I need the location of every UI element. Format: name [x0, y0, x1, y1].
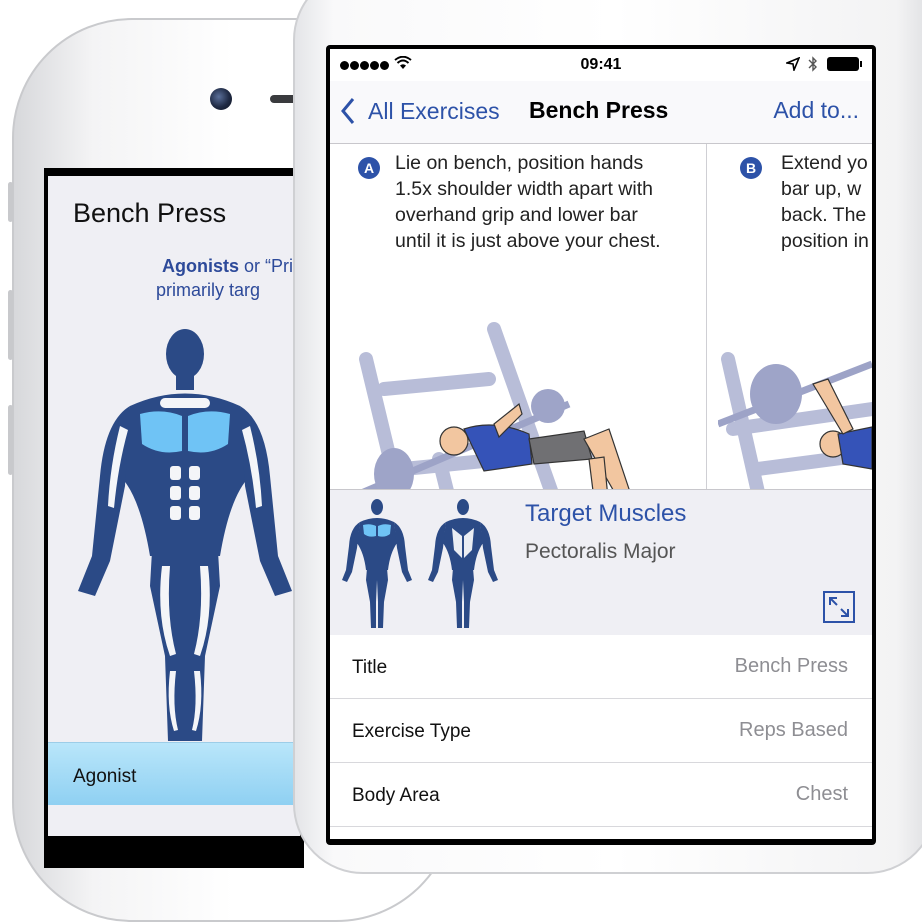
- expand-button[interactable]: [823, 591, 855, 623]
- agonists-label: Agonists: [161, 256, 239, 276]
- location-arrow-icon: [786, 57, 800, 71]
- body-diagram-large: [78, 329, 292, 741]
- row-value: Reps Based: [739, 719, 848, 741]
- back-screen-subtitle: Agonists or “Prime primarily targ: [48, 254, 300, 302]
- nav-title: Bench Press: [529, 97, 669, 123]
- step-a-text: Lie on bench, position hands 1.5x should…: [395, 150, 705, 254]
- agonist-label: Agonist: [73, 766, 137, 787]
- step-b-line: back. The: [781, 204, 867, 226]
- front-camera-icon: [210, 88, 232, 110]
- add-to-button[interactable]: Add to...: [773, 97, 859, 124]
- back-button-label: All Exercises: [368, 97, 500, 124]
- row-label: Body Area: [352, 785, 440, 806]
- step-b-badge: B: [740, 157, 762, 179]
- step-a-line: until it is just above your chest.: [395, 230, 661, 252]
- step-divider: [706, 144, 707, 489]
- head: [166, 329, 204, 379]
- detail-row-exercise-type[interactable]: Exercise Type Reps Based: [330, 699, 872, 763]
- detail-row-body-area[interactable]: Body Area Chest: [330, 763, 872, 827]
- detail-row-title[interactable]: Title Bench Press: [330, 635, 872, 699]
- body-front-diagram: [342, 499, 412, 628]
- bench-press-step-a-illustration: [359, 322, 630, 489]
- front-phone-screen: 09:41 All Exercises Bench Press Add to..…: [330, 49, 872, 839]
- back-phone-screen: Bench Press Agonists or “Prime primarily…: [48, 176, 300, 836]
- back-button[interactable]: All Exercises: [340, 95, 500, 127]
- row-label: Exercise Type: [352, 721, 471, 742]
- battery-tip: [860, 61, 862, 67]
- step-a-line: 1.5x shoulder width apart with: [395, 178, 653, 200]
- chevron-left-icon: [341, 98, 355, 124]
- step-b-line: bar up, w: [781, 178, 862, 200]
- battery-icon: [827, 57, 859, 71]
- step-a-line: overhand grip and lower bar: [395, 204, 638, 226]
- mute-switch: [8, 182, 13, 222]
- target-muscles-section: Target Muscles Pectoralis Major: [330, 489, 872, 636]
- back-screen-title: Bench Press: [73, 198, 227, 228]
- subtitle-line2: primarily targ: [155, 280, 261, 300]
- step-b-line: Extend yo: [781, 152, 868, 174]
- bench-press-step-b-illustration: [718, 352, 872, 489]
- row-value: Chest: [795, 783, 848, 805]
- step-a-line: Lie on bench, position hands: [395, 152, 644, 174]
- step-b-line: position in: [781, 230, 869, 252]
- subtitle-rest: or “Prime: [244, 256, 300, 276]
- target-muscles-value: Pectoralis Major: [525, 540, 676, 563]
- target-muscles-title: Target Muscles: [525, 500, 687, 527]
- row-label: Title: [352, 657, 388, 678]
- step-b-text: Extend yo bar up, w back. The position i…: [781, 150, 872, 254]
- body-back-diagram: [428, 499, 498, 628]
- step-a-badge: A: [358, 157, 380, 179]
- bluetooth-icon: [808, 56, 817, 72]
- status-bar: 09:41: [330, 49, 872, 81]
- row-value: Bench Press: [734, 655, 848, 677]
- navigation-bar: All Exercises Bench Press Add to...: [330, 81, 872, 144]
- volume-up-button: [8, 290, 13, 360]
- expand-icon: [829, 597, 849, 617]
- volume-down-button: [8, 405, 13, 475]
- instruction-steps[interactable]: A Lie on bench, position hands 1.5x shou…: [330, 144, 872, 489]
